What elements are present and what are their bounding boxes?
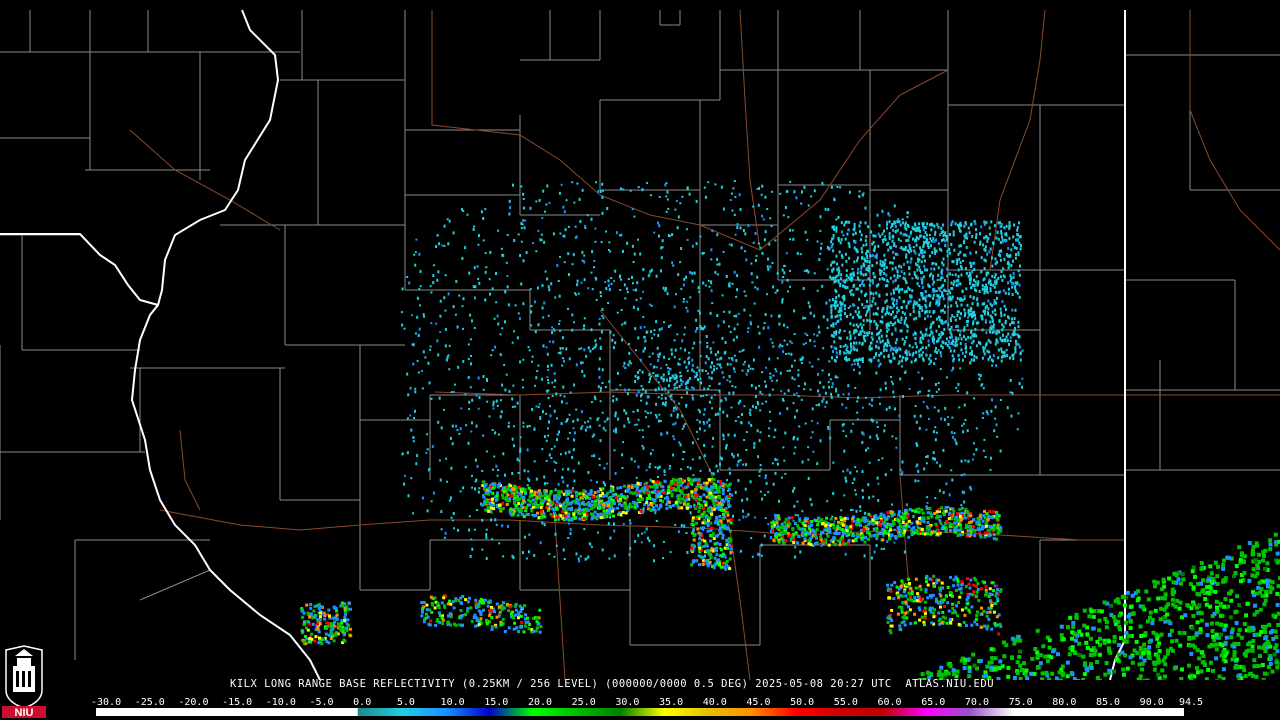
colorbar-tick: 20.0: [527, 697, 553, 708]
colorbar-tick: -20.0: [178, 697, 209, 708]
colorbar-tick: 94.5: [1179, 697, 1204, 708]
colorbar-tick: 15.0: [484, 697, 509, 708]
colorbar-tick: -5.0: [309, 697, 334, 708]
colorbar-tick: 55.0: [833, 697, 858, 708]
colorbar-tick: 5.0: [396, 697, 415, 708]
colorbar-tick: 90.0: [1139, 697, 1164, 708]
colorbar-tick: 35.0: [659, 697, 684, 708]
colorbar-tick: -30.0: [91, 697, 122, 708]
colorbar-tick: 30.0: [615, 697, 640, 708]
colorbar-tick: 25.0: [571, 697, 596, 708]
colorbar-tick: 50.0: [790, 697, 815, 708]
radar-map: [0, 0, 1280, 680]
colorbar-tick: 65.0: [921, 697, 946, 708]
niu-logo: NIU: [2, 645, 46, 718]
colorbar-tick: 40.0: [702, 697, 727, 708]
colorbar-tick: -25.0: [134, 697, 165, 708]
colorbar-tick: 80.0: [1052, 697, 1077, 708]
product-caption: KILX LONG RANGE BASE REFLECTIVITY (0.25K…: [230, 678, 995, 690]
colorbar-tick: 10.0: [440, 697, 465, 708]
colorbar-tick: 45.0: [746, 697, 771, 708]
colorbar-tick: 60.0: [877, 697, 902, 708]
colorbar-tick: 0.0: [353, 697, 372, 708]
reflectivity-colorbar: [96, 708, 1184, 716]
colorbar-tick: 75.0: [1008, 697, 1033, 708]
colorbar-tick: -15.0: [222, 697, 253, 708]
colorbar-tick: -10.0: [265, 697, 296, 708]
colorbar-tick: 85.0: [1095, 697, 1121, 708]
colorbar-tick: 70.0: [964, 697, 989, 708]
